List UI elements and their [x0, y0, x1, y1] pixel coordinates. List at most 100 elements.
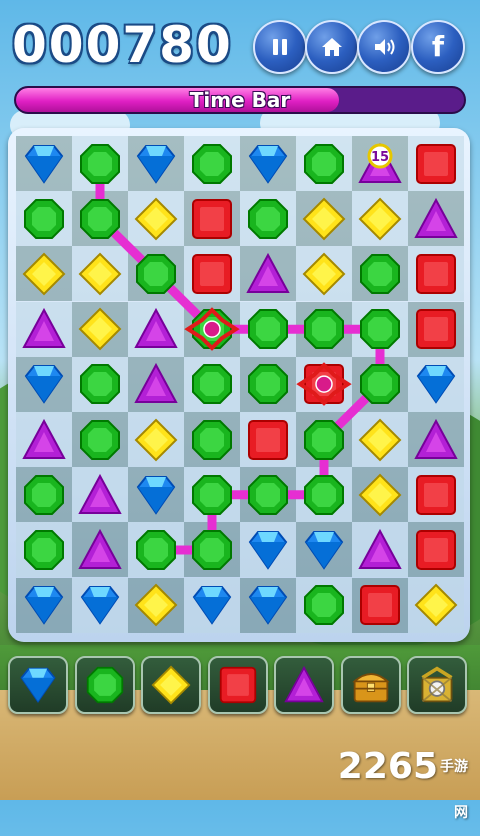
red-gem[interactable]	[408, 246, 464, 301]
yellow-gem[interactable]	[16, 246, 72, 301]
red-gem[interactable]	[240, 412, 296, 467]
red-gem[interactable]	[184, 246, 240, 301]
purple-gem-icon	[134, 363, 178, 404]
purple-gem-icon: 15	[358, 142, 402, 183]
green-gem[interactable]	[72, 191, 128, 246]
blue-gem[interactable]	[128, 467, 184, 522]
blue-gem[interactable]	[184, 578, 240, 633]
green-gem-icon	[24, 529, 64, 570]
purple-gem[interactable]	[352, 522, 408, 577]
purple-gem[interactable]	[72, 467, 128, 522]
tray-slot-yellow[interactable]	[141, 656, 201, 714]
purple-gem[interactable]	[408, 191, 464, 246]
green-gem[interactable]	[296, 412, 352, 467]
green-gem-icon	[248, 364, 288, 405]
red-burst-icon	[296, 362, 352, 406]
green-gem[interactable]	[72, 136, 128, 191]
yellow-gem[interactable]	[128, 578, 184, 633]
score-display: 000780	[12, 16, 233, 74]
purple-gem-icon	[78, 528, 122, 569]
red-gem[interactable]	[408, 136, 464, 191]
green-gem[interactable]	[296, 136, 352, 191]
green-gem[interactable]	[240, 302, 296, 357]
red-gem-icon	[360, 585, 400, 626]
green-gem[interactable]	[352, 357, 408, 412]
red-gem[interactable]	[352, 578, 408, 633]
green-gem[interactable]	[184, 412, 240, 467]
blue-gem[interactable]	[408, 357, 464, 412]
green-gem[interactable]	[240, 467, 296, 522]
yellow-gem-icon	[134, 583, 178, 627]
pause-button[interactable]	[253, 20, 307, 74]
green-gem[interactable]	[296, 302, 352, 357]
tray-slot-treasure-chest[interactable]	[340, 656, 401, 714]
purple-gem[interactable]	[408, 412, 464, 467]
blue-gem[interactable]	[16, 357, 72, 412]
purple-gem[interactable]	[16, 302, 72, 357]
green-gem-icon	[304, 474, 344, 515]
game-board: 15	[16, 136, 464, 633]
green-gem[interactable]	[16, 191, 72, 246]
yellow-gem[interactable]	[352, 412, 408, 467]
purple-gem[interactable]	[128, 357, 184, 412]
green-gem[interactable]	[296, 578, 352, 633]
blue-gem[interactable]	[240, 136, 296, 191]
green-gem[interactable]	[128, 522, 184, 577]
blue-gem[interactable]	[128, 136, 184, 191]
yellow-gem-icon	[78, 307, 122, 351]
red-gem-icon	[416, 253, 456, 294]
blue-gem[interactable]	[72, 578, 128, 633]
green-gem[interactable]	[16, 522, 72, 577]
red-gem[interactable]	[184, 191, 240, 246]
facebook-button[interactable]: f	[411, 20, 465, 74]
yellow-gem[interactable]	[296, 246, 352, 301]
blue-gem-icon	[80, 586, 120, 625]
purple-gem[interactable]	[240, 246, 296, 301]
yellow-gem[interactable]	[72, 246, 128, 301]
green-gem[interactable]	[16, 467, 72, 522]
timer-gem[interactable]: 15	[352, 136, 408, 191]
home-button[interactable]	[305, 20, 359, 74]
yellow-gem[interactable]	[128, 412, 184, 467]
yellow-gem[interactable]	[408, 578, 464, 633]
blue-gem[interactable]	[296, 522, 352, 577]
facebook-icon: f	[431, 30, 445, 63]
red-gem[interactable]	[408, 522, 464, 577]
red-gem[interactable]	[408, 467, 464, 522]
blue-gem[interactable]	[16, 136, 72, 191]
yellow-gem[interactable]	[296, 191, 352, 246]
tray-slot-blue[interactable]	[8, 656, 68, 714]
blue-gem-icon	[248, 144, 288, 184]
purple-gem-icon	[358, 528, 402, 569]
purple-gem[interactable]	[16, 412, 72, 467]
green-gem[interactable]	[72, 357, 128, 412]
green-gem[interactable]	[240, 357, 296, 412]
green-gem-icon	[360, 309, 400, 350]
yellow-gem[interactable]	[72, 302, 128, 357]
green-gem[interactable]	[128, 246, 184, 301]
yellow-gem[interactable]	[128, 191, 184, 246]
tray-slot-red[interactable]	[207, 656, 268, 714]
red-gem[interactable]	[408, 302, 464, 357]
green-gem[interactable]	[184, 357, 240, 412]
green-gem[interactable]	[296, 467, 352, 522]
green-gem[interactable]	[352, 302, 408, 357]
green-gem[interactable]	[184, 522, 240, 577]
blue-gem[interactable]	[240, 522, 296, 577]
purple-gem[interactable]	[72, 522, 128, 577]
blue-gem[interactable]	[16, 578, 72, 633]
yellow-gem[interactable]	[352, 191, 408, 246]
green-gem[interactable]	[240, 191, 296, 246]
blue-gem[interactable]	[240, 578, 296, 633]
tray-slot-purple[interactable]	[274, 656, 334, 714]
green-gem[interactable]	[72, 412, 128, 467]
purple-gem[interactable]	[128, 302, 184, 357]
tray-slot-locked-crate[interactable]	[407, 656, 467, 714]
green-gem[interactable]	[184, 467, 240, 522]
yellow-gem[interactable]	[352, 467, 408, 522]
green-gem[interactable]	[352, 246, 408, 301]
sound-button[interactable]	[357, 20, 411, 74]
green-gem[interactable]	[184, 136, 240, 191]
yellow-gem-icon	[134, 197, 178, 241]
tray-slot-green[interactable]	[74, 656, 135, 714]
